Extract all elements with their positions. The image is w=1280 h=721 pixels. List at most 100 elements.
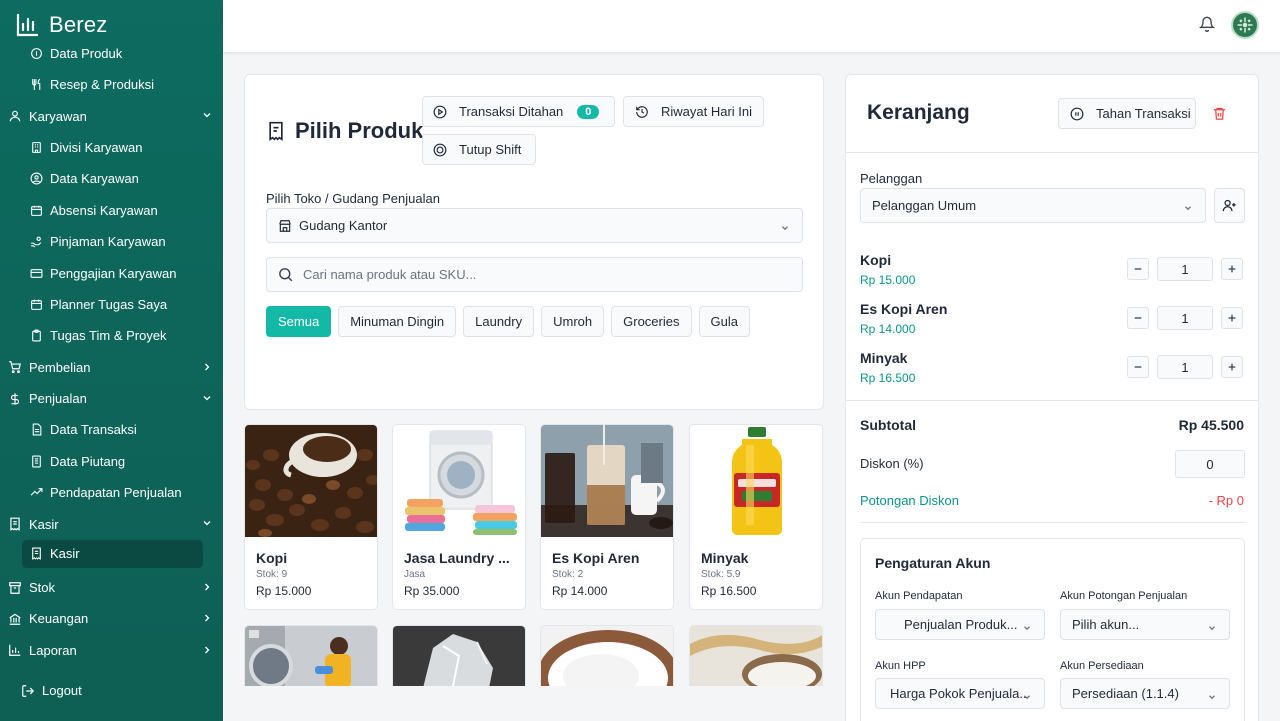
increase-qty-button[interactable] [1221,307,1243,329]
bell-icon[interactable] [1198,16,1216,32]
pause-circle-icon [1070,107,1084,121]
sidebar-item-absensi-karyawan[interactable]: Absensi Karyawan [0,195,223,226]
product-stock: Stok: 9 [256,569,288,580]
product-name: Es Kopi Aren [552,550,640,566]
utensils-icon [30,78,43,91]
history-today-button[interactable]: Riwayat Hari Ini [623,96,764,127]
chevron-right-icon [201,581,213,593]
coin-icon [433,143,447,157]
decrease-qty-button[interactable] [1127,258,1149,280]
user-plus-icon [1222,198,1237,213]
search-icon [277,266,294,283]
sales-cut-account-label: Akun Potongan Penjualan [1060,590,1188,602]
product-card-partial[interactable] [540,625,674,686]
product-card[interactable]: Jasa Laundry ... Jasa Rp 35.000 [392,424,526,610]
product-card-partial[interactable] [392,625,526,686]
chevron-right-icon [201,644,213,656]
product-card[interactable]: Es Kopi Aren Stok: 2 Rp 14.000 [540,424,674,610]
category-chip-minuman-dingin[interactable]: Minuman Dingin [338,306,457,337]
sidebar-item-penggajian-karyawan[interactable]: Penggajian Karyawan [0,257,223,288]
discount-input[interactable] [1175,450,1245,478]
hold-transaction-button[interactable]: Tahan Transaksi [1058,98,1196,129]
product-card[interactable]: Kopi Stok: 9 Rp 15.000 [244,424,378,610]
plus-icon [1228,314,1236,322]
category-chip-gula[interactable]: Gula [698,306,750,337]
decrease-qty-button[interactable] [1127,356,1149,378]
revenue-account-value: Penjualan Produk... [904,617,1018,632]
revenue-account-select[interactable]: Penjualan Produk... [875,609,1045,640]
bar-chart-logo-icon [15,13,39,37]
trash-icon[interactable] [1212,106,1227,121]
customer-select[interactable]: Pelanggan Umum [860,188,1206,223]
category-chip-laundry[interactable]: Laundry [463,306,535,337]
category-chip-semua[interactable]: Semua [266,306,332,337]
product-price: Rp 15.000 [256,584,312,598]
inventory-account-label: Akun Persediaan [1060,660,1144,672]
quantity-input[interactable] [1157,355,1213,379]
sidebar-item-planner-tugas[interactable]: Planner Tugas Saya [0,289,223,320]
search-input[interactable] [303,267,783,282]
close-shift-label: Tutup Shift [459,142,522,157]
sidebar-item-kasir[interactable]: Kasir [22,539,203,568]
product-search[interactable] [266,257,803,292]
quantity-input[interactable] [1157,306,1213,330]
brand[interactable]: Berez [15,10,107,40]
product-image-iced-coffee [541,425,673,537]
sales-cut-account-select[interactable]: Pilih akun... [1060,609,1230,640]
sidebar-group-karyawan[interactable]: Karyawan [0,100,223,131]
archive-icon [8,581,22,595]
sidebar-group-label: Stok [29,580,56,596]
revenue-account-label: Akun Pendapatan [875,590,963,602]
product-card-partial[interactable] [689,625,823,686]
sidebar-group-pembelian[interactable]: Pembelian [0,352,223,383]
cart-item-name: Minyak [860,350,908,366]
increase-qty-button[interactable] [1221,356,1243,378]
subtotal-value: Rp 45.500 [1178,417,1244,433]
store-select[interactable]: Gudang Kantor [266,208,803,243]
sidebar-item-tugas-tim[interactable]: Tugas Tim & Proyek [0,320,223,351]
sidebar-item-label: Divisi Karyawan [50,139,143,155]
sidebar-group-kasir[interactable]: Kasir [0,508,223,539]
sidebar-group-stok[interactable]: Stok [0,572,223,603]
category-chip-umroh[interactable]: Umroh [541,306,605,337]
product-card-partial[interactable] [244,625,378,686]
sidebar-item-resep-produksi[interactable]: Resep & Produksi [0,69,223,100]
sidebar-item-divisi-karyawan[interactable]: Divisi Karyawan [0,132,223,163]
receipt-icon [30,547,43,561]
chevron-right-icon [201,612,213,624]
history-today-label: Riwayat Hari Ini [661,104,753,119]
held-transactions-button[interactable]: Transaksi Ditahan 0 [422,96,615,127]
sidebar-group-penjualan[interactable]: Penjualan [0,383,223,414]
category-chip-groceries[interactable]: Groceries [611,306,692,337]
sidebar-item-data-karyawan[interactable]: Data Karyawan [0,163,223,194]
sidebar-item-pendapatan-penjualan[interactable]: Pendapatan Penjualan [0,477,223,508]
sidebar-group-laporan[interactable]: Laporan [0,635,223,666]
sidebar-item-pinjaman-karyawan[interactable]: Pinjaman Karyawan [0,226,223,257]
hand-coins-icon [30,235,43,248]
hpp-account-select[interactable]: Harga Pokok Penjuala... [875,678,1045,709]
user-circle-icon [30,172,43,185]
chevron-down-icon [1207,621,1217,631]
sidebar-group-keuangan[interactable]: Keuangan [0,603,223,634]
minus-icon [1134,317,1142,319]
avatar[interactable] [1231,11,1259,39]
minus-icon [1134,268,1142,270]
sidebar-item-data-produk[interactable]: Data Produk [0,38,223,69]
close-shift-button[interactable]: Tutup Shift [422,134,536,165]
logout-button[interactable]: Logout [21,683,82,698]
product-panel: Pilih Produk Transaksi Ditahan 0 Riwayat… [244,74,824,410]
decrease-qty-button[interactable] [1127,307,1149,329]
product-image-washing-machine [393,425,525,537]
sidebar-item-data-transaksi[interactable]: Data Transaksi [0,414,223,445]
cart-item-price: Rp 15.000 [860,273,916,287]
sidebar-item-label: Data Karyawan [50,171,139,187]
minus-icon [1134,366,1142,368]
product-card[interactable]: Minyak Stok: 5.9 Rp 16.500 [689,424,823,610]
document-icon [30,423,43,436]
increase-qty-button[interactable] [1221,258,1243,280]
add-customer-button[interactable] [1214,188,1245,223]
quantity-input[interactable] [1157,257,1213,281]
inventory-account-select[interactable]: Persediaan (1.1.4) [1060,678,1230,709]
divider [846,400,1258,401]
sidebar-item-data-piutang[interactable]: Data Piutang [0,446,223,477]
